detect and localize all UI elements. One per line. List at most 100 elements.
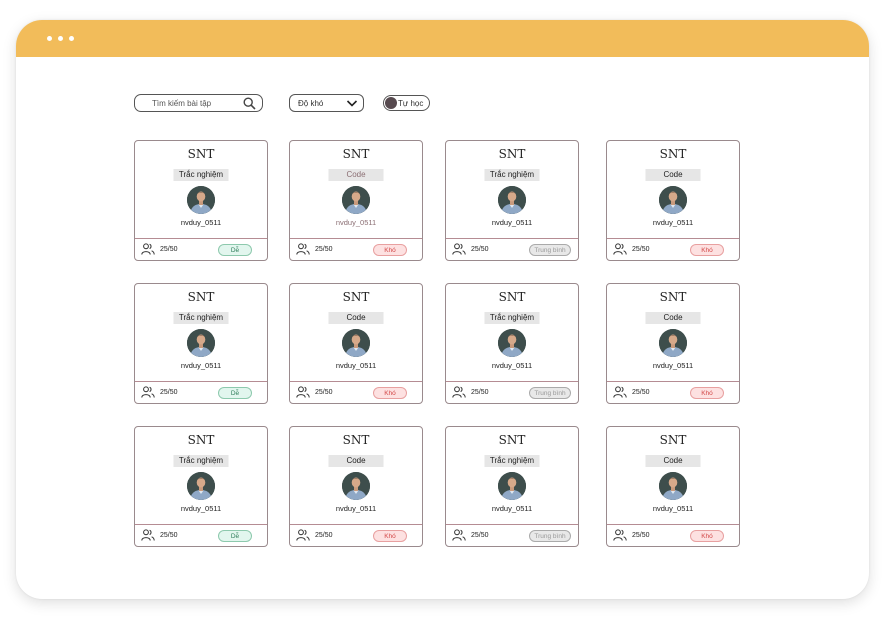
person-photo-icon xyxy=(659,472,687,500)
exercise-card[interactable]: SNT Code nvduy_0511 25/50 Khó xyxy=(289,426,423,547)
search-icon[interactable] xyxy=(243,97,256,110)
users-icon xyxy=(613,386,627,398)
avatar xyxy=(342,472,370,500)
self-study-label: Tự học xyxy=(398,99,424,108)
card-title: SNT xyxy=(659,290,687,304)
exercise-card[interactable]: SNT Trắc nghiệm nvduy_0511 25/50 Dễ xyxy=(134,283,268,404)
avatar xyxy=(498,186,526,214)
difficulty-badge: Khó xyxy=(373,387,407,399)
avatar xyxy=(659,329,687,357)
card-title: SNT xyxy=(187,290,215,304)
card-divider xyxy=(446,381,578,382)
card-type-tag: Trắc nghiệm xyxy=(173,455,229,467)
window-dot-icon[interactable] xyxy=(47,36,52,41)
window-dot-icon[interactable] xyxy=(58,36,63,41)
card-divider xyxy=(607,524,739,525)
card-type-tag: Code xyxy=(328,455,384,467)
users-icon xyxy=(296,243,310,255)
exercise-card[interactable]: SNT Code nvduy_0511 25/50 Khó xyxy=(606,283,740,404)
browser-window: Tìm kiếm bài tập Độ khó Tự học SNT Trắc … xyxy=(16,20,869,599)
participant-count: 25/50 xyxy=(160,246,178,253)
difficulty-badge: Khó xyxy=(690,387,724,399)
exercise-card[interactable]: SNT Trắc nghiệm nvduy_0511 25/50 Trung b… xyxy=(445,283,579,404)
card-title: SNT xyxy=(659,147,687,161)
card-type-tag: Code xyxy=(645,455,701,467)
window-dot-icon[interactable] xyxy=(69,36,74,41)
exercise-card[interactable]: SNT Code nvduy_0511 25/50 Khó xyxy=(289,283,423,404)
card-divider xyxy=(446,238,578,239)
difficulty-select-value: Độ khó xyxy=(298,99,324,108)
card-username: nvduy_0511 xyxy=(652,361,694,370)
card-divider xyxy=(290,238,422,239)
card-title: SNT xyxy=(187,147,215,161)
difficulty-select[interactable]: Độ khó xyxy=(289,94,364,112)
card-title: SNT xyxy=(187,433,215,447)
card-username: nvduy_0511 xyxy=(180,218,222,227)
participant-count: 25/50 xyxy=(160,389,178,396)
users-icon xyxy=(613,529,627,541)
card-divider xyxy=(290,381,422,382)
exercise-card[interactable]: SNT Code nvduy_0511 25/50 Khó xyxy=(606,140,740,261)
card-title: SNT xyxy=(342,147,370,161)
card-type-tag: Trắc nghiệm xyxy=(484,455,540,467)
person-photo-icon xyxy=(187,329,215,357)
avatar xyxy=(187,186,215,214)
card-title: SNT xyxy=(498,433,526,447)
card-type-tag: Trắc nghiệm xyxy=(173,169,229,181)
avatar xyxy=(342,329,370,357)
card-username: nvduy_0511 xyxy=(491,218,533,227)
window-controls[interactable] xyxy=(47,36,74,41)
users-icon xyxy=(296,386,310,398)
person-photo-icon xyxy=(498,186,526,214)
card-type-tag: Code xyxy=(328,312,384,324)
exercise-card[interactable]: SNT Trắc nghiệm nvduy_0511 25/50 Dễ xyxy=(134,426,268,547)
card-type-tag: Code xyxy=(645,312,701,324)
difficulty-badge: Dễ xyxy=(218,244,252,256)
participant-count: 25/50 xyxy=(632,246,650,253)
participant-count: 25/50 xyxy=(632,532,650,539)
difficulty-badge: Khó xyxy=(690,244,724,256)
card-title: SNT xyxy=(342,290,370,304)
exercise-card[interactable]: SNT Trắc nghiệm nvduy_0511 25/50 Trung b… xyxy=(445,140,579,261)
participant-count: 25/50 xyxy=(471,246,489,253)
card-type-tag: Trắc nghiệm xyxy=(484,169,540,181)
card-username: nvduy_0511 xyxy=(652,218,694,227)
card-username: nvduy_0511 xyxy=(335,504,377,513)
exercise-card[interactable]: SNT Code nvduy_0511 25/50 Khó xyxy=(606,426,740,547)
card-username: nvduy_0511 xyxy=(491,361,533,370)
users-icon xyxy=(141,386,155,398)
exercise-card[interactable]: SNT Trắc nghiệm nvduy_0511 25/50 Dễ xyxy=(134,140,268,261)
person-photo-icon xyxy=(659,186,687,214)
card-type-tag: Code xyxy=(328,169,384,181)
avatar xyxy=(659,472,687,500)
users-icon xyxy=(296,529,310,541)
avatar xyxy=(187,329,215,357)
participant-count: 25/50 xyxy=(632,389,650,396)
person-photo-icon xyxy=(659,329,687,357)
card-title: SNT xyxy=(498,147,526,161)
toggle-knob[interactable] xyxy=(385,97,397,109)
difficulty-badge: Khó xyxy=(690,530,724,542)
difficulty-badge: Trung bình xyxy=(529,387,571,399)
card-username: nvduy_0511 xyxy=(180,361,222,370)
person-photo-icon xyxy=(187,186,215,214)
avatar xyxy=(498,472,526,500)
difficulty-badge: Khó xyxy=(373,530,407,542)
difficulty-badge: Trung bình xyxy=(529,530,571,542)
avatar xyxy=(342,186,370,214)
self-study-toggle[interactable]: Tự học xyxy=(383,95,430,111)
card-username: nvduy_0511 xyxy=(491,504,533,513)
person-photo-icon xyxy=(498,329,526,357)
exercise-card[interactable]: SNT Trắc nghiệm nvduy_0511 25/50 Trung b… xyxy=(445,426,579,547)
participant-count: 25/50 xyxy=(315,246,333,253)
chevron-down-icon xyxy=(346,100,358,107)
participant-count: 25/50 xyxy=(471,532,489,539)
card-username: nvduy_0511 xyxy=(335,218,377,227)
avatar xyxy=(659,186,687,214)
card-divider xyxy=(290,524,422,525)
card-divider xyxy=(135,381,267,382)
exercise-card[interactable]: SNT Code nvduy_0511 25/50 Khó xyxy=(289,140,423,261)
users-icon xyxy=(141,529,155,541)
card-title: SNT xyxy=(342,433,370,447)
search-input[interactable]: Tìm kiếm bài tập xyxy=(134,94,263,112)
